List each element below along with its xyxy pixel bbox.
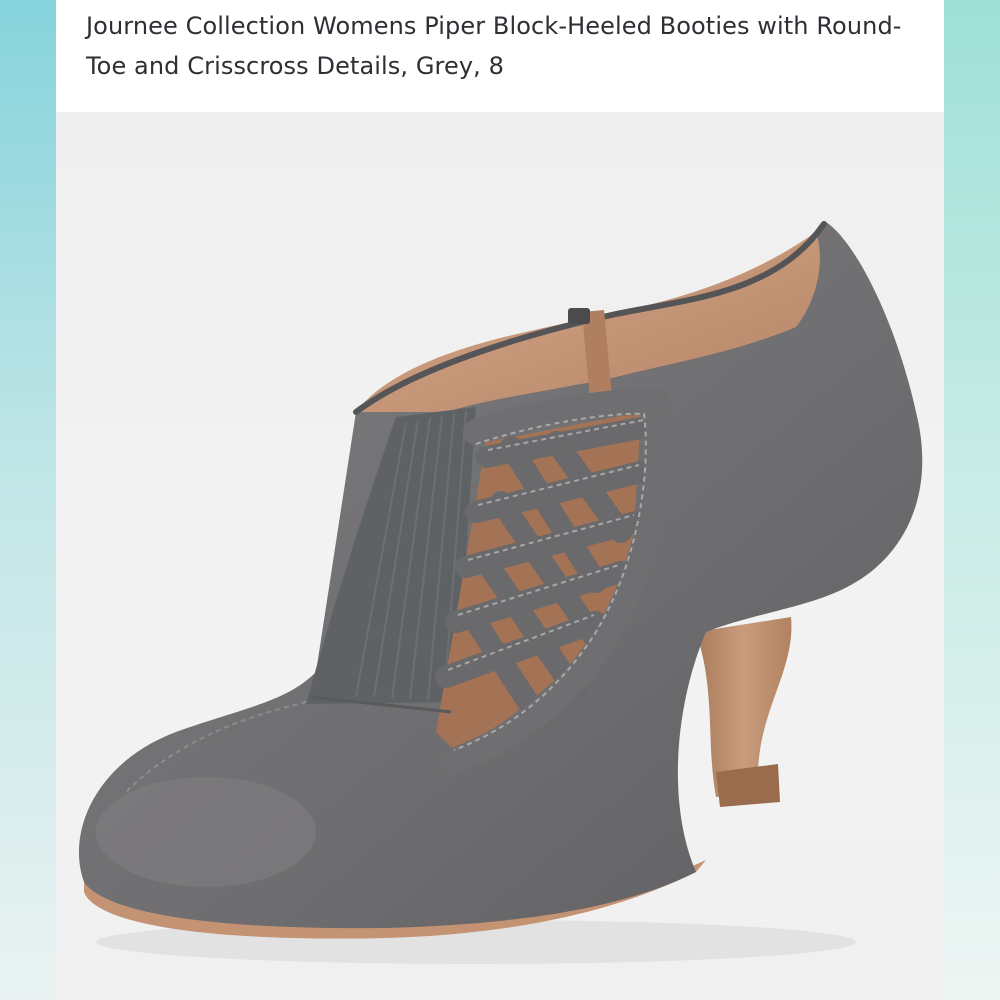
product-title: Journee Collection Womens Piper Block-He… [86, 12, 902, 80]
product-card: Journee Collection Womens Piper Block-He… [56, 0, 944, 1000]
left-background-strip [0, 0, 56, 1000]
right-background-strip [944, 0, 1000, 1000]
product-image[interactable] [56, 112, 944, 1000]
zipper-pull [568, 308, 590, 324]
toe-highlight [96, 777, 316, 887]
bootie-illustration [78, 221, 923, 964]
